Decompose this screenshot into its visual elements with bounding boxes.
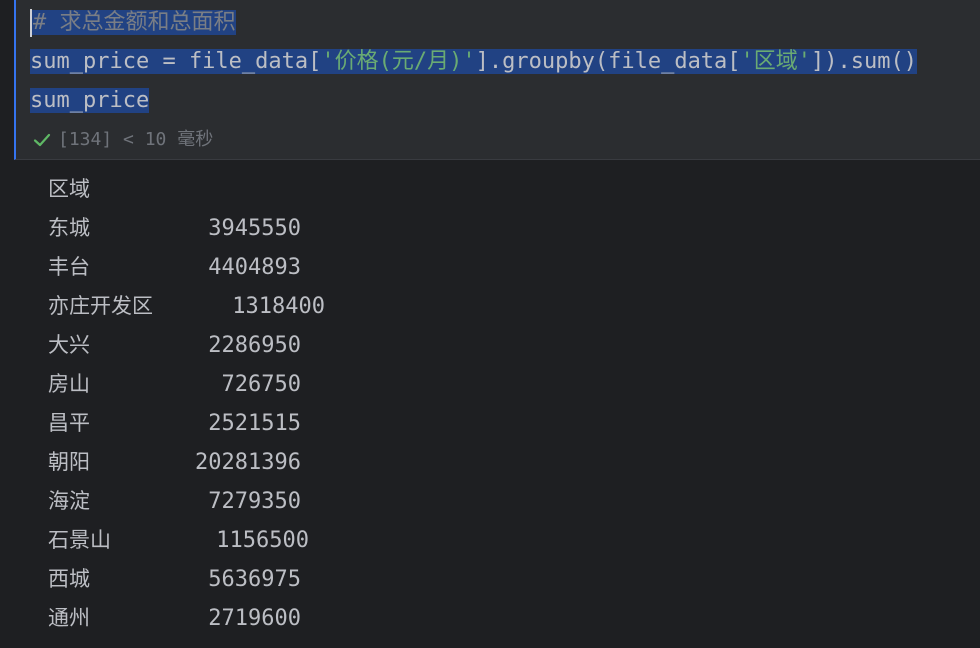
row-label: 亦庄开发区 bbox=[48, 294, 153, 318]
row-value: 5636975 bbox=[208, 567, 301, 592]
table-row: 海淀 7279350 bbox=[48, 482, 301, 521]
code-string-literal: '区域' bbox=[740, 49, 812, 74]
row-value: 4404893 bbox=[208, 255, 301, 280]
table-row: 亦庄开发区 1318400 bbox=[48, 287, 325, 326]
row-label: 通州 bbox=[48, 606, 90, 630]
row-value: 7279350 bbox=[208, 489, 301, 514]
code-comment: # 求总金额和总面积 bbox=[33, 10, 236, 35]
code-segment: sum_price = file_data[ bbox=[30, 49, 322, 74]
row-value: 2521515 bbox=[208, 411, 301, 436]
table-row: 昌平 2521515 bbox=[48, 404, 301, 443]
row-value: 20281396 bbox=[195, 450, 301, 475]
text-caret bbox=[30, 9, 32, 37]
row-value: 2719600 bbox=[208, 606, 301, 631]
row-label: 石景山 bbox=[48, 528, 111, 552]
table-row: 石景山 1156500 bbox=[48, 521, 309, 560]
row-label: 东城 bbox=[48, 216, 90, 240]
row-value: 1318400 bbox=[232, 294, 325, 319]
code-cell[interactable]: # 求总金额和总面积 sum_price = file_data['价格(元/月… bbox=[14, 0, 980, 160]
row-label: 海淀 bbox=[48, 489, 90, 513]
row-label: 朝阳 bbox=[48, 450, 90, 474]
code-segment: ].groupby(file_data[ bbox=[475, 49, 741, 74]
row-label: 房山 bbox=[48, 372, 90, 396]
table-row: 西城 5636975 bbox=[48, 560, 301, 599]
execution-duration: < 10 毫秒 bbox=[123, 129, 214, 150]
check-icon bbox=[33, 133, 51, 147]
table-row: 房山 726750 bbox=[48, 365, 301, 404]
code-segment: sum_price bbox=[30, 88, 150, 113]
row-value: 3945550 bbox=[208, 216, 301, 241]
cell-output: 区域 东城 3945550 丰台 4404893 亦庄开发区 1318400 大兴 22869… bbox=[48, 170, 325, 638]
row-value: 2286950 bbox=[208, 333, 301, 358]
table-row: 通州 2719600 bbox=[48, 599, 301, 638]
table-row: 东城 3945550 bbox=[48, 209, 301, 248]
table-row: 大兴 2286950 bbox=[48, 326, 301, 365]
code-segment: ]).sum() bbox=[811, 49, 918, 74]
row-label: 昌平 bbox=[48, 411, 90, 435]
execution-status: [134] < 10 毫秒 bbox=[32, 126, 213, 154]
output-index-name: 区域 bbox=[48, 177, 90, 201]
code-line-1[interactable]: # 求总金额和总面积 bbox=[30, 4, 236, 42]
table-row: 丰台 4404893 bbox=[48, 248, 301, 287]
row-value: 1156500 bbox=[216, 528, 309, 553]
code-string-literal: '价格(元/月)' bbox=[321, 49, 476, 74]
row-label: 大兴 bbox=[48, 333, 90, 357]
row-label: 西城 bbox=[48, 567, 90, 591]
code-line-3[interactable]: sum_price bbox=[30, 82, 150, 120]
table-row: 朝阳 20281396 bbox=[48, 443, 301, 482]
row-label: 丰台 bbox=[48, 255, 90, 279]
row-value: 726750 bbox=[221, 372, 301, 397]
code-line-2[interactable]: sum_price = file_data['价格(元/月)'].groupby… bbox=[30, 43, 918, 81]
execution-count: [134] bbox=[58, 129, 113, 150]
